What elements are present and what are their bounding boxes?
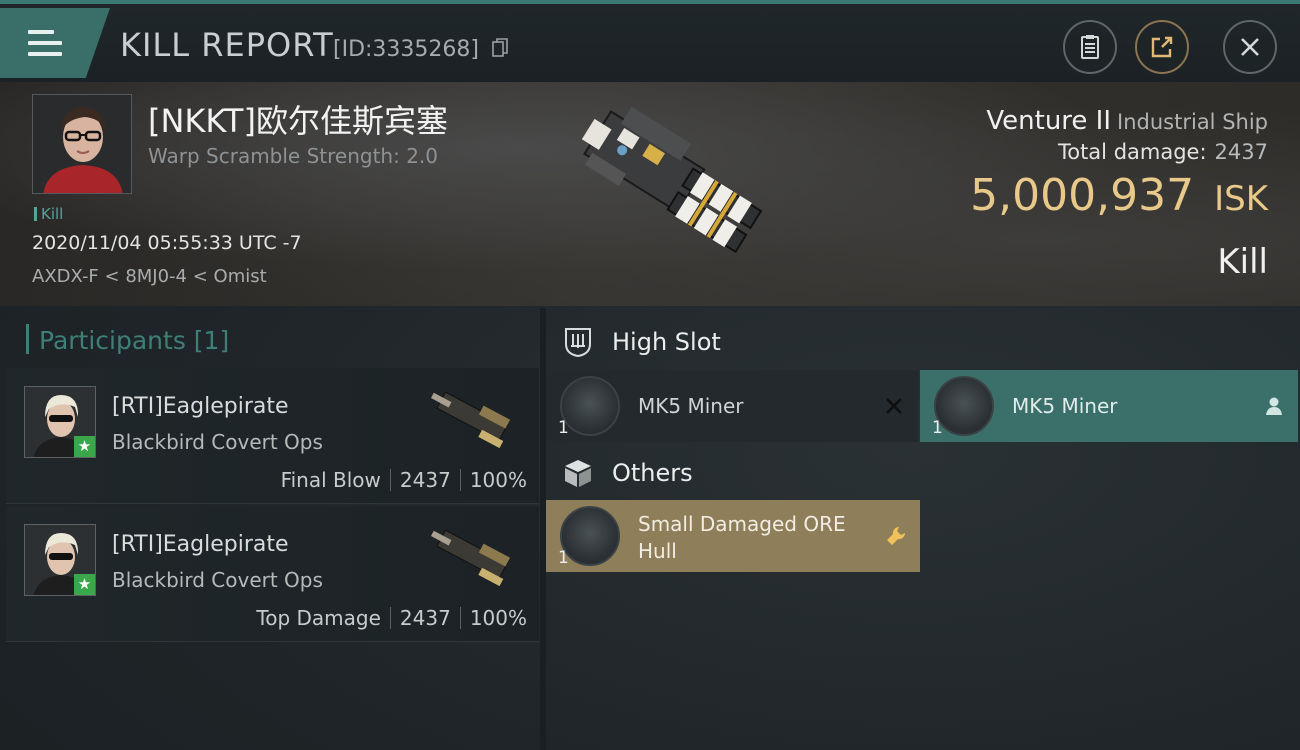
module-mk5-miner-dropped[interactable]: 1 MK5 Miner (920, 370, 1298, 442)
wrench-icon (887, 526, 906, 545)
hull-module-icon (560, 506, 620, 566)
clipboard-icon (1081, 35, 1099, 59)
destroyed-icon (886, 398, 902, 414)
participant-damage: 2437 (399, 468, 451, 492)
module-small-damaged-ore-hull[interactable]: 1 Small Damaged ORE Hull (546, 500, 920, 572)
close-button[interactable] (1223, 20, 1277, 74)
participant-name: [RTI]Eaglepirate (112, 394, 289, 419)
menu-button[interactable] (0, 8, 110, 78)
module-name-line1: Small Damaged ORE (638, 512, 846, 536)
report-id: [ID:3335268] (333, 37, 479, 62)
kill-report-header: KILL REPORT [ID:3335268] (0, 0, 1300, 82)
high-slot-header: High Slot (546, 312, 1300, 370)
page-title: KILL REPORT (120, 26, 334, 64)
total-damage: Total damage: 2437 (1057, 140, 1268, 164)
isk-value: 5,000,937 ISK (970, 170, 1268, 221)
victim-avatar-image (33, 95, 131, 193)
kill-datetime: 2020/11/04 05:55:33 UTC -7 (32, 232, 302, 254)
module-quantity: 1 (558, 418, 569, 438)
victim-banner: [NKKT]欧尔佳斯宾塞 Warp Scramble Strength: 2.0… (0, 82, 1300, 306)
participant-percent: 100% (469, 606, 527, 630)
module-name-line2: Hull (638, 539, 677, 563)
star-icon: ★ (74, 436, 95, 457)
participant-stats: Top Damage 2437 100% (256, 606, 527, 630)
miner-module-icon (934, 376, 994, 436)
module-name: MK5 Miner (638, 394, 744, 418)
hamburger-menu-icon (28, 30, 62, 56)
participant-ship-image (430, 391, 511, 449)
participant-role: Top Damage (256, 606, 381, 630)
copy-id-icon[interactable] (492, 38, 508, 58)
victim-ship-image (581, 106, 763, 254)
person-icon (1266, 397, 1282, 415)
kill-tag: Kill (34, 205, 63, 223)
participant-role: Final Blow (280, 468, 381, 492)
participant-stats: Final Blow 2437 100% (281, 468, 527, 492)
ship-class: Industrial Ship (1117, 110, 1268, 134)
victim-ship-name[interactable]: Venture II Industrial Ship (986, 106, 1268, 136)
warp-scramble-strength: Warp Scramble Strength: 2.0 (148, 144, 439, 168)
kill-location[interactable]: AXDX-F < 8MJ0-4 < Omist (32, 266, 267, 287)
participant-row[interactable]: ★ [RTI]Eaglepirate Blackbird Covert Ops … (6, 368, 539, 504)
module-quantity: 1 (932, 418, 943, 438)
share-button[interactable] (1135, 20, 1189, 74)
victim-portrait[interactable] (32, 94, 132, 194)
participant-damage: 2437 (399, 606, 451, 630)
cargo-box-icon (565, 460, 591, 487)
isk-unit: ISK (1214, 179, 1268, 219)
participant-avatar: ★ (24, 524, 96, 596)
miner-module-icon (560, 376, 620, 436)
close-icon (1241, 38, 1259, 56)
module-mk5-miner-destroyed[interactable]: 1 MK5 Miner (546, 370, 918, 442)
module-name: MK5 Miner (1012, 394, 1118, 418)
clipboard-button[interactable] (1063, 20, 1117, 74)
participant-ship-image (430, 529, 511, 587)
participant-ship: Blackbird Covert Ops (112, 430, 323, 454)
share-icon (1151, 36, 1173, 58)
participant-avatar: ★ (24, 386, 96, 458)
participant-name: [RTI]Eaglepirate (112, 532, 289, 557)
participant-percent: 100% (469, 468, 527, 492)
participant-ship: Blackbird Covert Ops (112, 568, 323, 592)
star-icon: ★ (74, 574, 95, 595)
kill-result: Kill (1217, 242, 1268, 282)
module-quantity: 1 (558, 548, 569, 568)
others-header: Others (546, 443, 1300, 501)
victim-name[interactable]: [NKKT]欧尔佳斯宾塞 (148, 96, 448, 142)
participant-row[interactable]: ★ [RTI]Eaglepirate Blackbird Covert Ops … (6, 506, 539, 642)
high-slot-icon (565, 328, 591, 358)
participants-header: Participants [1] (26, 324, 229, 358)
total-damage-value: 2437 (1214, 140, 1268, 164)
